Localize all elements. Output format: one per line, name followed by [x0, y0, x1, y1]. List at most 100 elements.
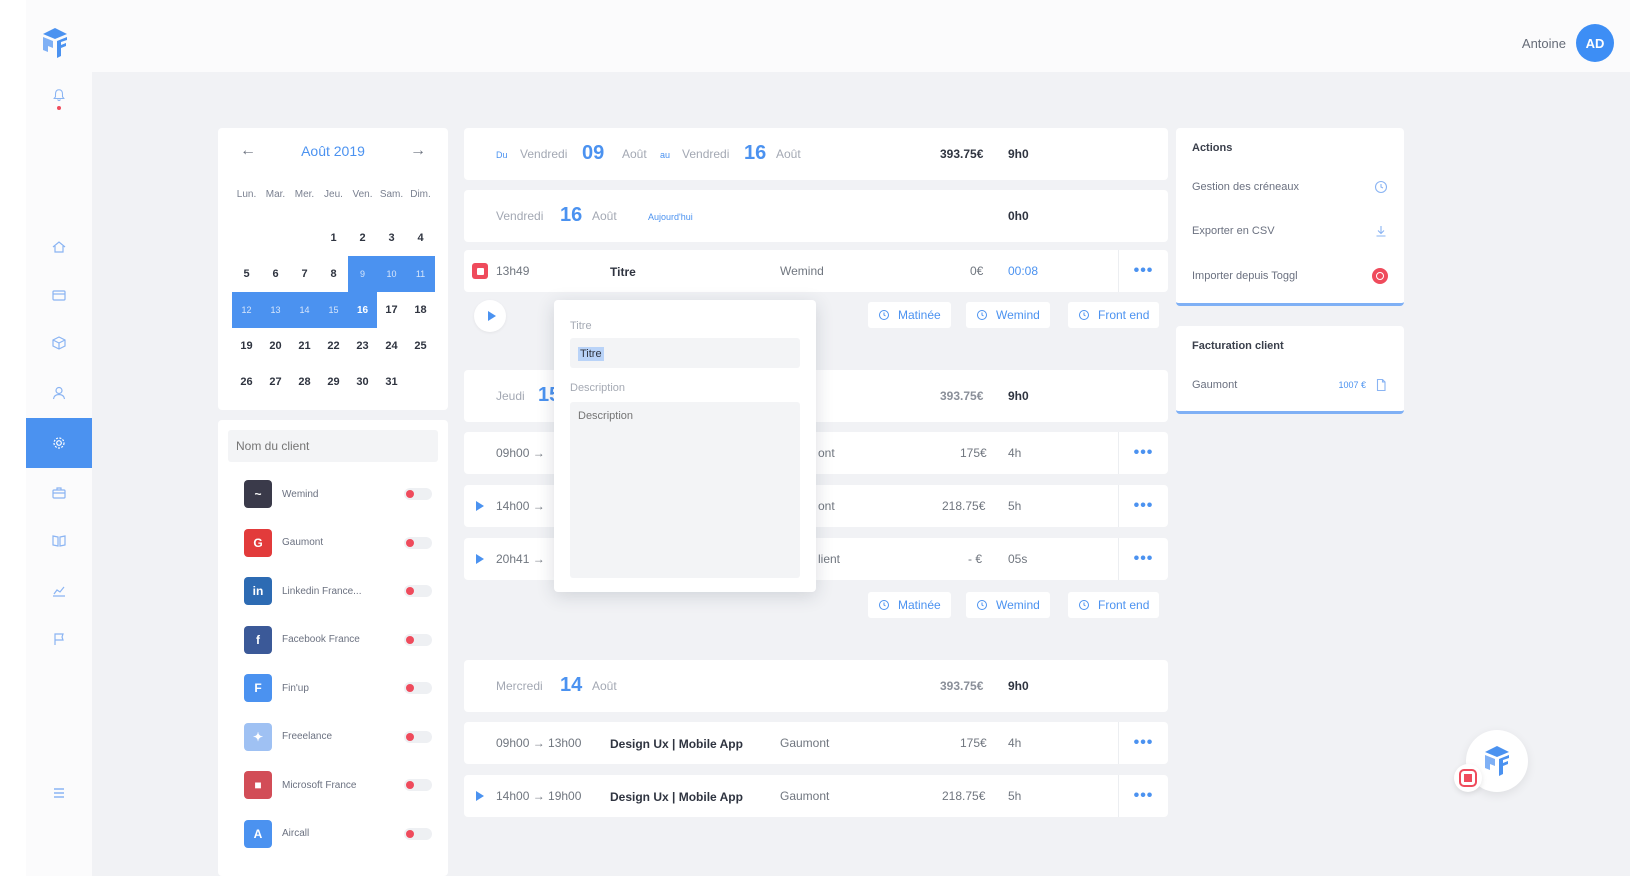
calendar-day[interactable]: 8 [319, 256, 348, 292]
calendar-day[interactable]: 6 [261, 256, 290, 292]
floating-stop-button[interactable] [1454, 764, 1482, 792]
calendar-day[interactable]: 7 [290, 256, 319, 292]
start-timer-button[interactable] [474, 300, 506, 332]
client-toggle[interactable] [404, 682, 432, 694]
client-toggle[interactable] [404, 730, 432, 743]
calendar-day[interactable]: 15 [319, 292, 348, 328]
notification-button[interactable] [46, 88, 72, 122]
export-csv-button[interactable]: Exporter en CSV [1192, 224, 1388, 238]
sidebar-item-settings[interactable] [26, 418, 92, 468]
tag-front-end[interactable]: Front end [1068, 302, 1160, 328]
import-toggl-button[interactable]: Importer depuis Toggl [1192, 268, 1388, 284]
calendar-day[interactable]: 3 [377, 220, 406, 256]
calendar-day[interactable]: 2 [348, 220, 377, 256]
calendar-day[interactable]: 5 [232, 256, 261, 292]
calendar-day[interactable]: 22 [319, 328, 348, 364]
calendar-day[interactable]: 20 [261, 328, 290, 364]
calendar-day[interactable]: 18 [406, 292, 435, 328]
entry-client[interactable]: ont [818, 446, 835, 460]
avatar[interactable]: AD [1576, 24, 1614, 62]
client-list-item[interactable]: in Linkedin France... [244, 575, 434, 607]
client-toggle[interactable] [404, 536, 432, 549]
client-toggle[interactable] [404, 585, 432, 597]
tag-matinee[interactable]: Matinée [868, 302, 951, 328]
tag-wemind[interactable]: Wemind [966, 302, 1050, 328]
sidebar-item-book[interactable] [26, 516, 92, 566]
sidebar-item-box[interactable] [26, 318, 92, 368]
client-toggle[interactable] [404, 633, 432, 646]
calendar-day[interactable]: 16 [348, 292, 377, 328]
client-list-item[interactable]: f Facebook France [244, 624, 434, 656]
entry-title[interactable]: Titre [610, 265, 636, 279]
entry-more-button[interactable]: ••• [1118, 432, 1168, 474]
description-textarea[interactable] [570, 402, 800, 578]
calendar-day[interactable]: 21 [290, 328, 319, 364]
prev-month-button[interactable]: ← [240, 142, 256, 160]
time-entry-row[interactable]: 09h00 → 13h00 Design Ux | Mobile App Gau… [464, 722, 1168, 764]
entry-title[interactable]: Design Ux | Mobile App [610, 737, 743, 751]
document-icon[interactable] [1374, 378, 1388, 392]
entry-more-button[interactable]: ••• [1118, 250, 1168, 292]
entry-more-button[interactable]: ••• [1118, 722, 1168, 764]
entry-client[interactable]: ont [818, 499, 835, 513]
sidebar-item-briefcase[interactable] [26, 468, 92, 518]
sidebar-menu-button[interactable] [26, 768, 92, 818]
calendar-day[interactable]: 29 [319, 364, 348, 400]
calendar-day[interactable]: 23 [348, 328, 377, 364]
calendar-day[interactable]: 1 [319, 220, 348, 256]
entry-client[interactable]: lient [818, 552, 840, 566]
entry-more-button[interactable]: ••• [1118, 775, 1168, 817]
calendar-day[interactable]: 19 [232, 328, 261, 364]
play-icon[interactable] [476, 501, 484, 511]
calendar-day[interactable]: 17 [377, 292, 406, 328]
play-icon[interactable] [476, 554, 484, 564]
client-list-item[interactable]: A Aircall [244, 818, 434, 850]
client-toggle[interactable] [404, 827, 432, 840]
calendar-day[interactable]: 11 [406, 256, 435, 292]
calendar-day[interactable]: 25 [406, 328, 435, 364]
sidebar-item-flag[interactable] [26, 614, 92, 664]
tag-wemind[interactable]: Wemind [966, 592, 1050, 618]
sidebar-item-home[interactable] [26, 222, 92, 272]
title-input[interactable] [570, 338, 800, 368]
tag-front-end[interactable]: Front end [1068, 592, 1160, 618]
client-list-item[interactable]: ■ Microsoft France [244, 769, 434, 801]
calendar-day[interactable]: 30 [348, 364, 377, 400]
sidebar-item-card[interactable] [26, 270, 92, 320]
calendar-day[interactable]: 31 [377, 364, 406, 400]
calendar-day[interactable]: 27 [261, 364, 290, 400]
client-list-item[interactable]: G Gaumont [244, 527, 434, 559]
tag-matinee[interactable]: Matinée [868, 592, 951, 618]
stop-timer-button[interactable] [472, 263, 488, 279]
entry-client[interactable]: Gaumont [780, 736, 829, 750]
calendar-day[interactable]: 13 [261, 292, 290, 328]
client-toggle[interactable] [404, 779, 432, 791]
sidebar-item-chart[interactable] [26, 566, 92, 616]
manage-slots-button[interactable]: Gestion des créneaux [1192, 180, 1388, 194]
time-entry-row[interactable]: 14h00 → 19h00 Design Ux | Mobile App Gau… [464, 775, 1168, 817]
client-list-item[interactable]: ✦ Freeelance [244, 721, 434, 753]
client-toggle[interactable] [404, 488, 432, 500]
entry-more-button[interactable]: ••• [1118, 538, 1168, 580]
client-search-input[interactable] [228, 430, 438, 462]
sidebar-item-user[interactable] [26, 368, 92, 418]
calendar-day[interactable]: 10 [377, 256, 406, 292]
today-link[interactable]: Aujourd'hui [648, 212, 693, 222]
entry-client[interactable]: Wemind [780, 264, 824, 278]
calendar-day[interactable]: 14 [290, 292, 319, 328]
client-list-item[interactable]: F Fin'up [244, 672, 434, 704]
calendar-day[interactable]: 12 [232, 292, 261, 328]
client-list-item[interactable]: ~ Wemind [244, 478, 434, 510]
play-icon[interactable] [476, 791, 484, 801]
entry-title[interactable]: Design Ux | Mobile App [610, 790, 743, 804]
entry-client[interactable]: Gaumont [780, 789, 829, 803]
brand-logo-icon[interactable] [40, 26, 70, 60]
calendar-day[interactable]: 26 [232, 364, 261, 400]
billing-row[interactable]: Gaumont 1007 € [1192, 378, 1388, 392]
running-entry-row[interactable]: 13h49 Titre Wemind 0€ 00:08 ••• [464, 250, 1168, 292]
calendar-day[interactable]: 28 [290, 364, 319, 400]
entry-more-button[interactable]: ••• [1118, 485, 1168, 527]
next-month-button[interactable]: → [410, 142, 426, 160]
user-menu[interactable]: Antoine AD [1522, 24, 1614, 62]
calendar-day[interactable]: 24 [377, 328, 406, 364]
